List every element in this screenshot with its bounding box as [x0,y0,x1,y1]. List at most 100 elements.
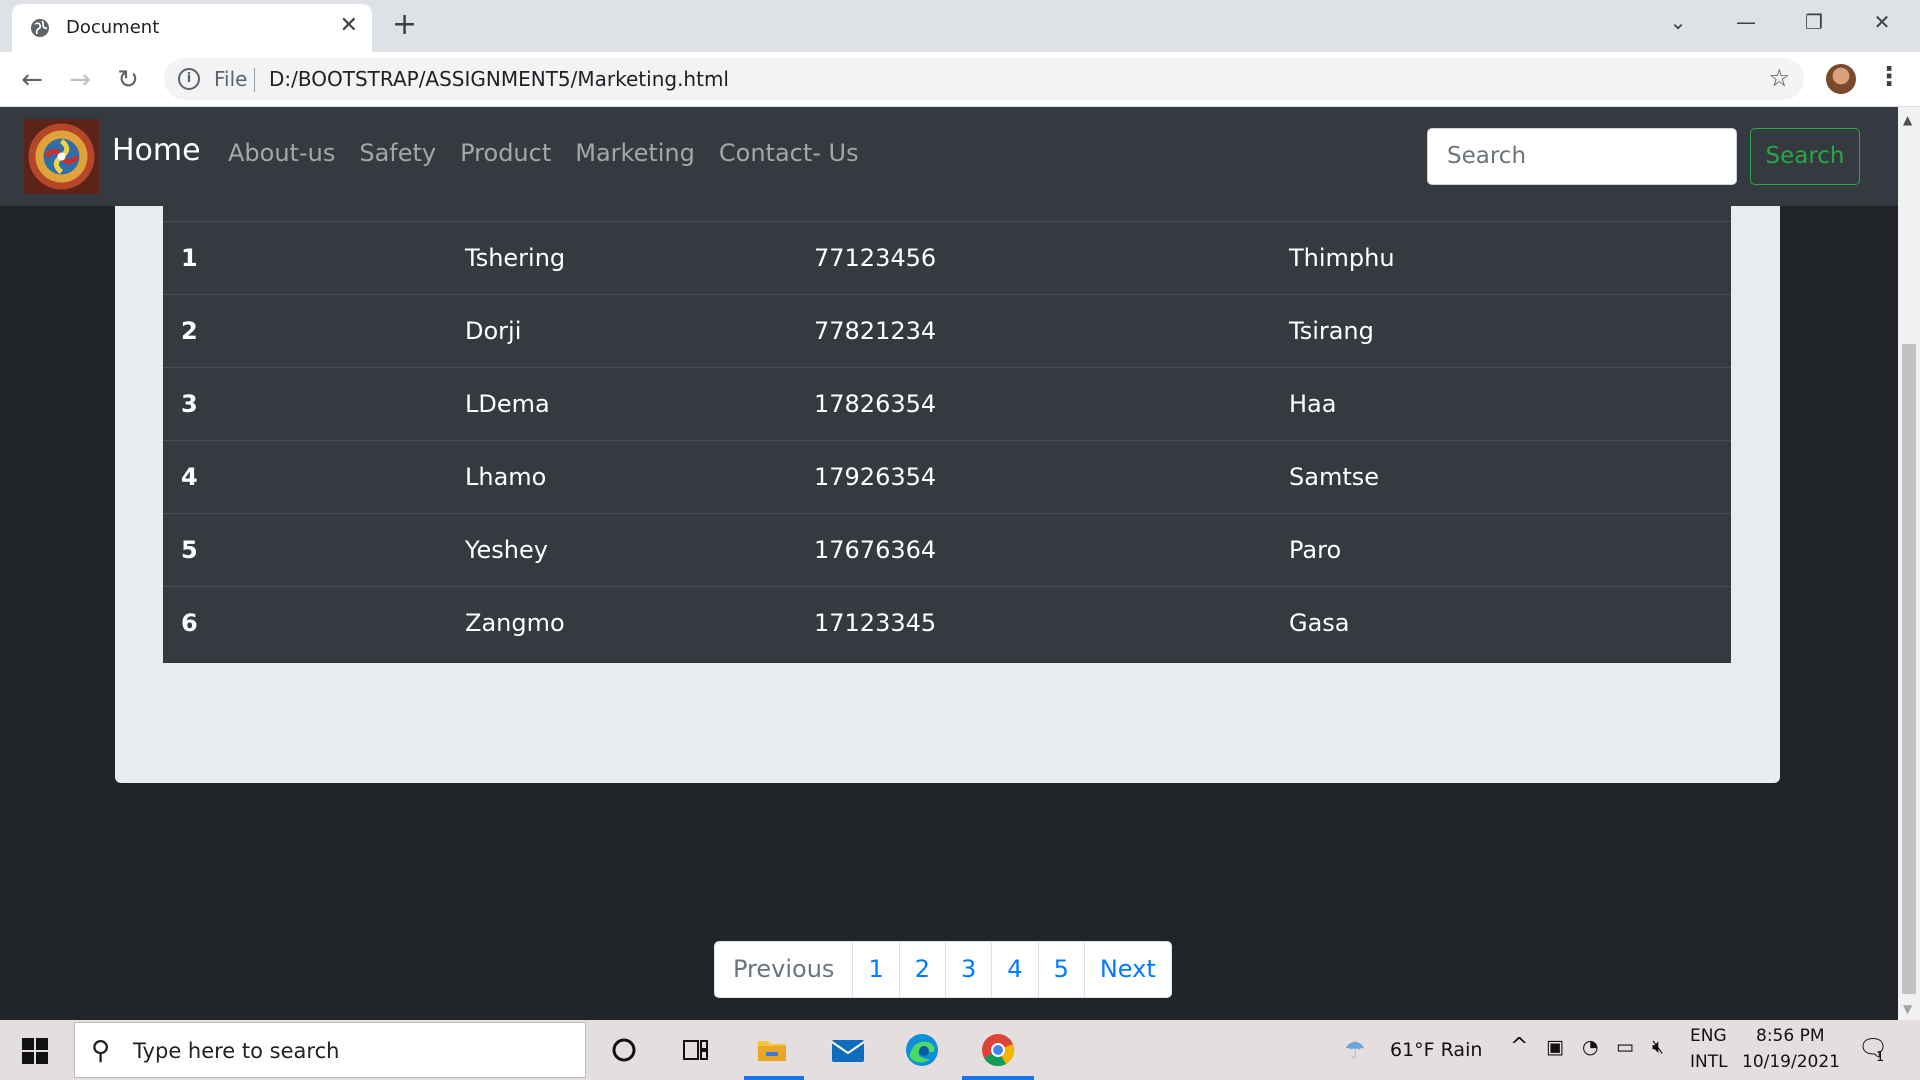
page-4[interactable]: 4 [991,942,1037,997]
cell-name: Tshering [465,244,566,272]
nav-link-product[interactable]: Product [460,139,551,167]
restore-icon[interactable]: ❐ [1780,0,1848,44]
cell-phone: 17926354 [814,463,937,491]
meet-now-icon[interactable]: ▣ [1546,1036,1564,1058]
close-tab-icon[interactable]: ✕ [340,15,358,37]
brand-home-link[interactable]: Home [112,133,201,168]
nav-link-safety[interactable]: Safety [359,139,436,167]
table-row: 1 Tshering 77123456 Thimphu [163,221,1731,294]
page-scrollbar[interactable]: ▲ ▼ [1898,107,1920,1020]
clock-time[interactable]: 8:56 PM [1756,1026,1825,1046]
cell-place: Tsirang [1289,317,1374,345]
page-viewport: 1 Tshering 77123456 Thimphu 2 Dorji 7782… [0,107,1898,1020]
taskbar-search-placeholder: Type here to search [133,1039,340,1063]
active-app-indicator [744,1076,804,1080]
window-close-icon[interactable]: ✕ [1848,0,1916,44]
scrollbar-thumb[interactable] [1902,344,1916,994]
scroll-down-icon[interactable]: ▼ [1903,1002,1912,1016]
forward-icon[interactable]: → [62,62,98,98]
windows-start-icon[interactable] [22,1038,48,1064]
cell-name: Yeshey [465,536,548,564]
chrome-browser-icon[interactable] [976,1028,1020,1072]
windows-taskbar: ⚲ Type here to search ☂ 61°F Rain ^ ▣ ◔ … [0,1020,1920,1080]
cell-phone: 17676364 [814,536,937,564]
logo-emblem-icon [24,119,99,194]
menu-kebab-icon[interactable]: ⋮ [1876,62,1902,92]
tab-strip: Document ✕ + ⌄ — ❐ ✕ [0,0,1920,52]
address-bar[interactable]: i File D:/BOOTSTRAP/ASSIGNMENT5/Marketin… [164,58,1804,100]
table-row: 4 Lhamo 17926354 Samtse [163,440,1731,513]
cell-id: 1 [181,244,198,272]
cell-id: 3 [181,390,198,418]
cell-phone: 77123456 [814,244,937,272]
battery-icon[interactable]: ▭ [1616,1036,1634,1058]
site-logo[interactable] [24,119,99,194]
search-input[interactable]: Search [1427,128,1737,185]
data-table: 1 Tshering 77123456 Thimphu 2 Dorji 7782… [163,206,1731,663]
browser-toolbar: ← → ↻ i File D:/BOOTSTRAP/ASSIGNMENT5/Ma… [0,52,1920,107]
language-intl[interactable]: INTL [1690,1052,1728,1072]
active-app-indicator [962,1076,1034,1080]
page-3[interactable]: 3 [945,942,991,997]
tab-title: Document [66,17,160,38]
cell-id: 4 [181,463,198,491]
notification-count: 1 [1876,1050,1885,1065]
cell-name: Dorji [465,317,522,345]
edge-browser-icon[interactable] [900,1028,944,1072]
cortana-icon[interactable] [602,1028,646,1072]
cell-id: 6 [181,609,198,637]
page-1[interactable]: 1 [852,942,898,997]
browser-tab[interactable]: Document ✕ [12,4,372,52]
cell-place: Samtse [1289,463,1379,491]
file-explorer-icon[interactable] [750,1028,794,1072]
volume-muted-icon[interactable]: 🔇︎ [1652,1036,1664,1058]
nav-link-contact-us[interactable]: Contact- Us [719,139,859,167]
cell-place: Paro [1289,536,1342,564]
page-previous[interactable]: Previous [715,942,852,997]
minimize-icon[interactable]: — [1712,0,1780,44]
tab-search-icon[interactable]: ⌄ [1644,0,1712,44]
bookmark-star-icon[interactable]: ☆ [1768,64,1790,92]
profile-avatar[interactable] [1826,64,1856,94]
cell-name: Zangmo [465,609,565,637]
search-button[interactable]: Search [1750,128,1860,185]
url-text[interactable]: D:/BOOTSTRAP/ASSIGNMENT5/Marketing.html [269,67,729,91]
cell-phone: 17123345 [814,609,937,637]
clock-date[interactable]: 10/19/2021 [1742,1052,1840,1072]
nav-links: About-us Safety Product Marketing Contac… [228,139,859,167]
new-tab-icon[interactable]: + [392,10,417,40]
globe-icon [31,19,49,37]
scroll-up-icon[interactable]: ▲ [1903,113,1912,127]
divider [254,68,255,92]
language-eng[interactable]: ENG [1690,1026,1727,1046]
wifi-icon[interactable]: ◔ [1582,1036,1599,1058]
table-row: 3 LDema 17826354 Haa [163,367,1731,440]
weather-text[interactable]: 61°F Rain [1390,1039,1482,1061]
cell-id: 2 [181,317,198,345]
search-icon: ⚲ [91,1036,111,1066]
cell-place: Haa [1289,390,1337,418]
page-2[interactable]: 2 [898,942,945,997]
cell-id: 5 [181,536,198,564]
back-icon[interactable]: ← [14,62,50,98]
weather-rain-icon[interactable]: ☂ [1344,1036,1366,1064]
nav-link-about-us[interactable]: About-us [228,139,335,167]
cell-place: Thimphu [1289,244,1395,272]
cell-phone: 77821234 [814,317,937,345]
cell-name: LDema [465,390,550,418]
cell-phone: 17826354 [814,390,937,418]
mail-icon[interactable] [826,1028,870,1072]
reload-icon[interactable]: ↻ [110,62,146,98]
page-5[interactable]: 5 [1037,942,1084,997]
table-row: 2 Dorji 77821234 Tsirang [163,294,1731,367]
top-navbar: Home About-us Safety Product Marketing C… [0,107,1898,206]
info-icon[interactable]: i [178,68,200,90]
nav-link-marketing[interactable]: Marketing [575,139,695,167]
page-next[interactable]: Next [1083,942,1171,997]
file-label: File [214,67,248,91]
table-row: 6 Zangmo 17123345 Gasa [163,586,1731,659]
task-view-icon[interactable] [674,1028,718,1072]
table-row: 5 Yeshey 17676364 Paro [163,513,1731,586]
taskbar-search-box[interactable]: ⚲ Type here to search [74,1022,586,1078]
show-hidden-icons-icon[interactable]: ^ [1510,1034,1528,1059]
